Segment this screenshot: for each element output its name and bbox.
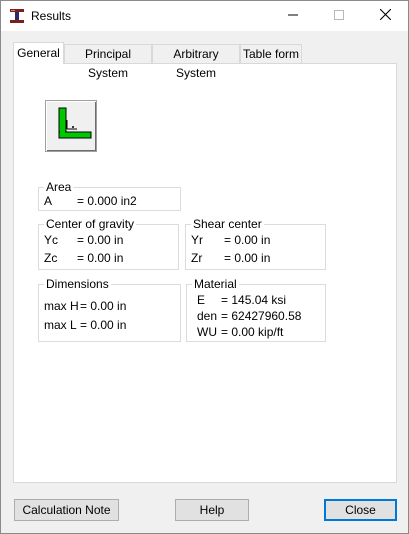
minimize-icon (288, 9, 298, 23)
zr-value: = 0.00 in (224, 251, 271, 265)
tab-general[interactable]: General (13, 42, 64, 64)
dimensions-group: Dimensions max H = 0.00 in max L = 0.00 … (38, 277, 181, 342)
max-h-label: max H (44, 299, 79, 313)
max-l-value: = 0.00 in (80, 318, 127, 332)
calculation-note-button[interactable]: Calculation Note (14, 499, 119, 521)
yc-label: Yc (44, 233, 59, 247)
window-title: Results (31, 9, 72, 23)
material-group: Material E = 145.04 ksi den = 62427960.5… (186, 277, 326, 342)
tab-arbitrary-system[interactable]: Arbitrary System (152, 44, 240, 80)
close-window-button[interactable] (362, 1, 408, 31)
zr-label: Zr (191, 251, 203, 265)
maximize-button[interactable] (316, 1, 362, 31)
shear-center-legend: Shear center (191, 217, 264, 231)
section-shape-button[interactable] (45, 100, 97, 152)
results-app-icon (9, 8, 25, 24)
results-window: Results General Principal System Arbitra… (0, 0, 409, 534)
area-group: Area A = 0.000 in2 (38, 180, 181, 211)
tab-principal-system[interactable]: Principal System (64, 44, 152, 80)
wu-label: WU (197, 325, 217, 339)
max-l-label: max L (44, 318, 77, 332)
tab-table-form[interactable]: Table form (240, 44, 302, 63)
center-of-gravity-legend: Center of gravity (44, 217, 137, 231)
center-of-gravity-group: Center of gravity Yc = 0.00 in Zc = 0.00… (38, 217, 179, 270)
yr-value: = 0.00 in (224, 233, 271, 247)
close-icon (379, 8, 391, 23)
yr-label: Yr (191, 233, 203, 247)
title-bar[interactable]: Results (1, 1, 408, 31)
e-label: E (197, 293, 206, 307)
minimize-button[interactable] (270, 1, 316, 31)
help-button[interactable]: Help (175, 499, 249, 521)
area-value: = 0.000 in2 (77, 194, 137, 208)
den-label: den (197, 309, 218, 323)
close-button[interactable]: Close (324, 499, 397, 521)
zc-value: = 0.00 in (77, 251, 124, 265)
area-legend: Area (44, 180, 74, 194)
den-value: = 62427960.58 (221, 309, 302, 323)
wu-value: = 0.00 kip/ft (221, 325, 284, 339)
material-legend: Material (192, 277, 239, 291)
dimensions-legend: Dimensions (44, 277, 111, 291)
shear-center-group: Shear center Yr = 0.00 in Zr = 0.00 in (185, 217, 326, 270)
yc-value: = 0.00 in (77, 233, 124, 247)
maximize-icon (334, 9, 344, 23)
max-h-value: = 0.00 in (80, 299, 127, 313)
zc-label: Zc (44, 251, 58, 265)
area-label: A (44, 194, 53, 208)
e-value: = 145.04 ksi (221, 293, 287, 307)
